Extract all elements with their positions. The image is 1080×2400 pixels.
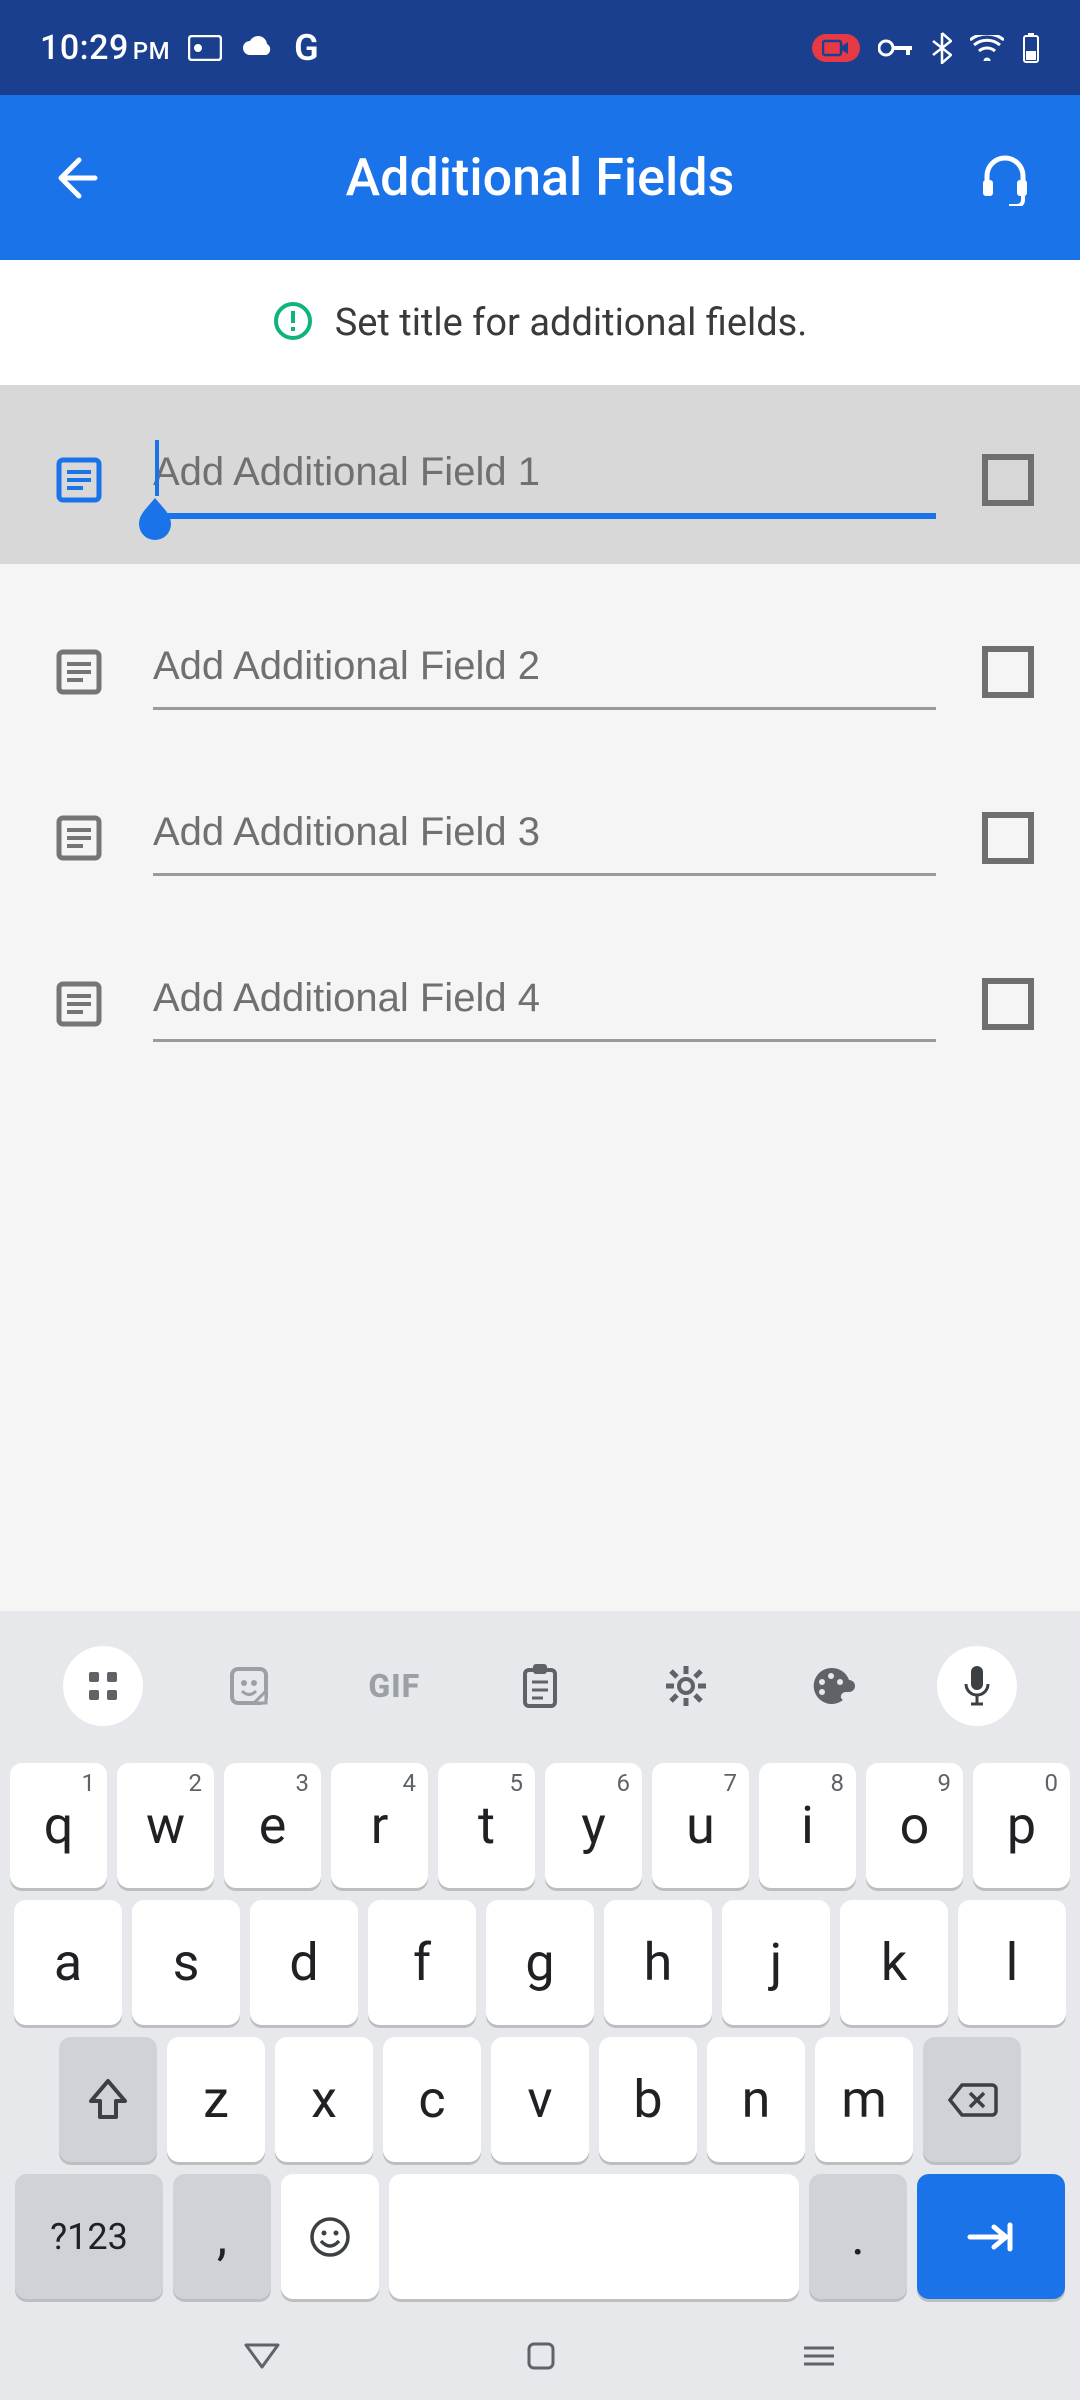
key-v[interactable]: v — [491, 2037, 589, 2162]
notes-icon — [50, 451, 108, 509]
key-emoji[interactable] — [281, 2174, 379, 2299]
field-row — [0, 564, 1080, 730]
notes-icon — [50, 975, 108, 1033]
key-b[interactable]: b — [599, 2037, 697, 2162]
key-period[interactable]: . — [809, 2174, 907, 2299]
page-title: Additional Fields — [110, 147, 970, 208]
key-j[interactable]: j — [722, 1900, 830, 2025]
support-headset-button[interactable] — [970, 143, 1040, 213]
bluetooth-icon — [932, 32, 952, 64]
battery-icon — [1022, 33, 1040, 63]
back-button[interactable] — [40, 143, 110, 213]
key-shift[interactable] — [59, 2037, 157, 2162]
sticker-icon[interactable] — [209, 1646, 289, 1726]
system-nav-bar — [0, 2315, 1080, 2400]
key-q[interactable]: 1q — [10, 1763, 107, 1888]
additional-field-input-4[interactable] — [153, 966, 936, 1042]
key-g[interactable]: g — [486, 1900, 594, 2025]
rec-icon — [812, 34, 860, 62]
key-h[interactable]: h — [604, 1900, 712, 2025]
info-banner: Set title for additional fields. — [0, 260, 1080, 385]
key-n[interactable]: n — [707, 2037, 805, 2162]
field-checkbox-3[interactable] — [981, 811, 1035, 865]
gif-button[interactable]: GIF — [354, 1646, 434, 1726]
keyboard-row-2: a s d f g h j k l — [10, 1900, 1070, 2025]
key-symbols[interactable]: ?123 — [15, 2174, 163, 2299]
key-space[interactable] — [389, 2174, 799, 2299]
key-f[interactable]: f — [368, 1900, 476, 2025]
settings-icon[interactable] — [646, 1646, 726, 1726]
key-next[interactable] — [917, 2174, 1065, 2299]
key-k[interactable]: k — [840, 1900, 948, 2025]
key-p[interactable]: 0p — [973, 1763, 1070, 1888]
key-comma[interactable]: , — [173, 2174, 271, 2299]
additional-field-input-3[interactable] — [153, 800, 936, 876]
screencast-icon — [188, 35, 222, 61]
field-row — [0, 730, 1080, 896]
google-icon: G — [294, 27, 319, 69]
text-cursor-handle[interactable] — [137, 498, 173, 546]
keyboard-toolbar: GIF — [0, 1631, 1080, 1741]
info-text: Set title for additional fields. — [335, 301, 808, 345]
nav-recents-button[interactable] — [800, 2342, 838, 2374]
key-y[interactable]: 6y — [545, 1763, 642, 1888]
key-r[interactable]: 4r — [331, 1763, 428, 1888]
text-caret — [155, 440, 159, 496]
notes-icon — [50, 809, 108, 867]
nav-back-button[interactable] — [242, 2341, 282, 2375]
key-o[interactable]: 9o — [866, 1763, 963, 1888]
additional-field-input-2[interactable] — [153, 634, 936, 710]
info-alert-icon — [273, 301, 313, 345]
key-c[interactable]: c — [383, 2037, 481, 2162]
field-row — [0, 385, 1080, 564]
notes-icon — [50, 643, 108, 701]
key-d[interactable]: d — [250, 1900, 358, 2025]
field-row — [0, 896, 1080, 1062]
content-background — [0, 1062, 1080, 1611]
field-checkbox-1[interactable] — [981, 453, 1035, 507]
key-e[interactable]: 3e — [224, 1763, 321, 1888]
key-i[interactable]: 8i — [759, 1763, 856, 1888]
cloud-icon — [240, 35, 276, 61]
palette-icon[interactable] — [791, 1646, 871, 1726]
vpn-key-icon — [878, 38, 914, 58]
fields-list — [0, 385, 1080, 1062]
soft-keyboard: GIF 1q 2w 3e 4r 5t 6y 7u 8 — [0, 1611, 1080, 2400]
key-t[interactable]: 5t — [438, 1763, 535, 1888]
key-m[interactable]: m — [815, 2037, 913, 2162]
status-time: 10:29PM — [40, 28, 170, 68]
key-z[interactable]: z — [167, 2037, 265, 2162]
key-l[interactable]: l — [958, 1900, 1066, 2025]
mic-icon[interactable] — [937, 1646, 1017, 1726]
key-u[interactable]: 7u — [652, 1763, 749, 1888]
apps-icon[interactable] — [63, 1646, 143, 1726]
key-backspace[interactable] — [923, 2037, 1021, 2162]
key-x[interactable]: x — [275, 2037, 373, 2162]
status-time-ampm: PM — [133, 37, 170, 65]
clipboard-icon[interactable] — [500, 1646, 580, 1726]
status-bar: 10:29PM G — [0, 0, 1080, 95]
key-w[interactable]: 2w — [117, 1763, 214, 1888]
keyboard-row-4: ?123 , . — [10, 2174, 1070, 2299]
key-s[interactable]: s — [132, 1900, 240, 2025]
keyboard-row-1: 1q 2w 3e 4r 5t 6y 7u 8i 9o 0p — [10, 1763, 1070, 1888]
additional-field-input-1[interactable] — [153, 440, 936, 519]
wifi-icon — [970, 35, 1004, 61]
status-time-value: 10:29 — [40, 28, 129, 68]
keyboard-row-3: z x c v b n m — [10, 2037, 1070, 2162]
app-bar: Additional Fields — [0, 95, 1080, 260]
field-checkbox-2[interactable] — [981, 645, 1035, 699]
key-a[interactable]: a — [14, 1900, 122, 2025]
field-checkbox-4[interactable] — [981, 977, 1035, 1031]
nav-home-button[interactable] — [525, 2340, 557, 2376]
